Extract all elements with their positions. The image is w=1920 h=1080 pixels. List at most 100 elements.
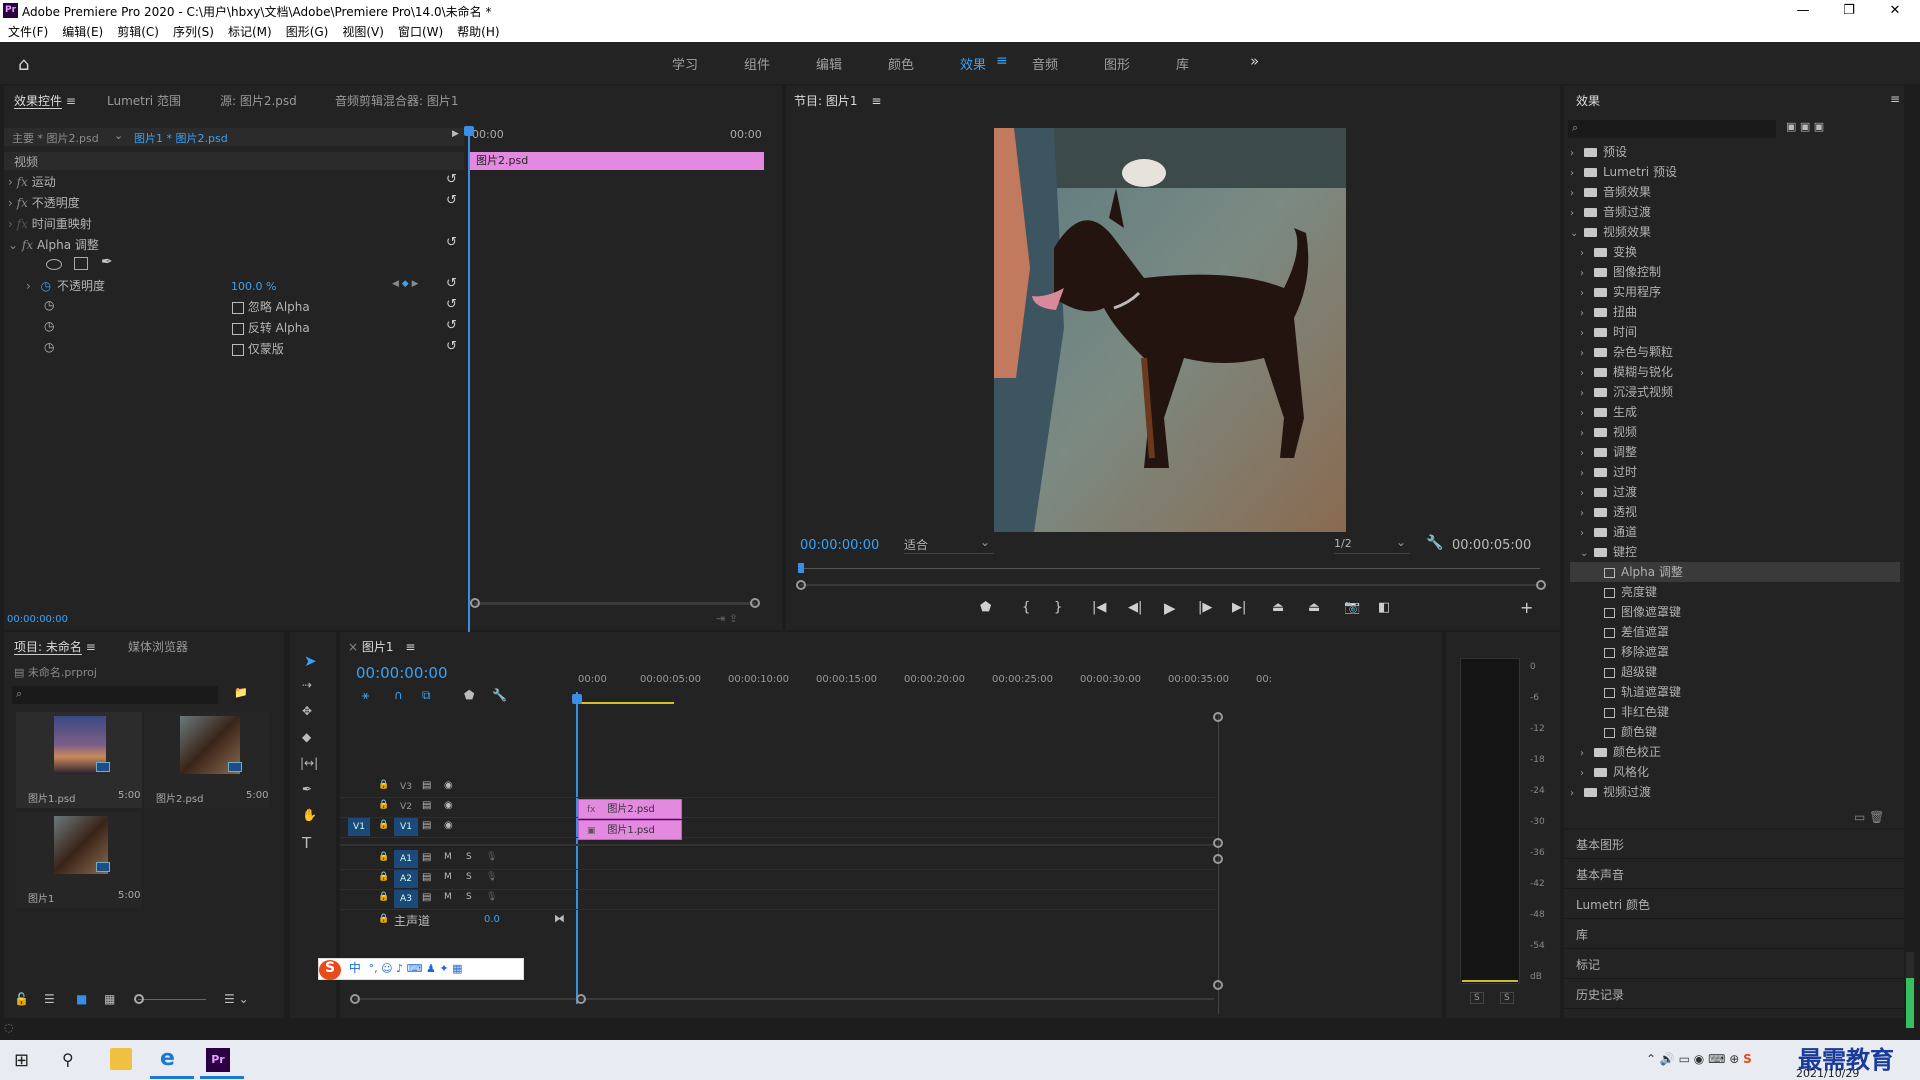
master-clip-label[interactable]: 主要 * 图片2.psd bbox=[12, 130, 99, 146]
stopwatch-icon[interactable]: ◷ bbox=[44, 298, 54, 312]
timeline-settings-icon[interactable]: 🔧 bbox=[492, 688, 507, 702]
menu-item[interactable]: 文件(F) bbox=[8, 22, 48, 42]
menu-item[interactable]: 帮助(H) bbox=[457, 22, 499, 42]
clip-v1[interactable]: ▣ 图片1.psd bbox=[578, 820, 682, 840]
step-back-icon[interactable]: ◀| bbox=[1128, 600, 1142, 615]
reset-icon[interactable]: ↺ bbox=[446, 193, 457, 208]
file-explorer-icon[interactable] bbox=[110, 1048, 132, 1070]
stopwatch-icon[interactable]: ◷ bbox=[41, 279, 51, 293]
solo-right-button[interactable]: S bbox=[1500, 992, 1514, 1004]
effect-folder[interactable]: › 时间 bbox=[1570, 322, 1900, 342]
program-preview-image[interactable] bbox=[994, 128, 1346, 532]
panel-menu-icon[interactable]: ≡ bbox=[1890, 92, 1900, 106]
selection-tool-icon[interactable]: ➤ bbox=[304, 652, 317, 670]
time-ruler[interactable]: 00:00 00:00:05:00 00:00:10:00 00:00:15:00 00… bbox=[576, 674, 1272, 692]
program-timecode[interactable]: 00:00:00:00 bbox=[800, 538, 879, 553]
program-playhead[interactable] bbox=[798, 563, 804, 573]
timeline-playhead[interactable] bbox=[576, 692, 578, 1004]
razor-tool-icon[interactable]: ◆ bbox=[302, 730, 311, 744]
tray-icons[interactable]: ⌃ 🔊 ▭ ◉ ⌨ ⊕ S bbox=[1646, 1052, 1752, 1066]
sync-lock-icon[interactable]: ▤ bbox=[422, 820, 431, 831]
lock-icon[interactable]: 🔒 bbox=[378, 800, 389, 810]
go-to-end-icon[interactable]: ⧓ bbox=[554, 912, 565, 925]
ec-timecode[interactable]: 00:00:00:00 bbox=[7, 614, 68, 625]
effects-search-input[interactable]: ⌕ bbox=[1568, 120, 1776, 138]
vertical-scrollbar[interactable] bbox=[1218, 714, 1219, 1014]
program-ruler[interactable] bbox=[800, 568, 1540, 569]
effect-row-time-remap[interactable]: › fx 时间重映射 bbox=[8, 214, 464, 234]
scroll-handle[interactable] bbox=[1213, 980, 1223, 990]
filter-icons[interactable]: ▣ ▣ ▣ bbox=[1786, 120, 1824, 133]
collapsed-panel[interactable]: 库 bbox=[1564, 920, 1904, 949]
add-marker-icon[interactable]: ⬟ bbox=[980, 600, 991, 615]
source-patch[interactable]: V1 bbox=[348, 818, 370, 836]
snap-icon[interactable]: ∩ bbox=[394, 688, 403, 702]
play-icon[interactable]: ▶ bbox=[1164, 599, 1176, 617]
effect-folder[interactable]: › 过时 bbox=[1570, 462, 1900, 482]
eye-icon[interactable]: ◉ bbox=[444, 800, 453, 811]
track-label[interactable]: A3 bbox=[394, 890, 418, 908]
scroll-handle[interactable] bbox=[1213, 712, 1223, 722]
opacity-value[interactable]: 100.0 % bbox=[231, 280, 276, 293]
mute-button[interactable]: M bbox=[444, 892, 452, 902]
effect-row-opacity[interactable]: › fx 不透明度 bbox=[8, 193, 464, 213]
horizontal-scrollbar[interactable] bbox=[354, 998, 1214, 1000]
workspace-tab[interactable]: 效果 bbox=[960, 54, 986, 73]
workspace-tab[interactable]: 学习 bbox=[672, 54, 698, 73]
sequence-clip-label[interactable]: 图片1 * 图片2.psd bbox=[134, 130, 228, 146]
effect-folder[interactable]: › 杂色与颗粒 bbox=[1570, 342, 1900, 362]
lift-icon[interactable]: ⏏ bbox=[1272, 600, 1284, 615]
reset-icon[interactable]: ↺ bbox=[446, 318, 457, 333]
zoom-slider-handle[interactable] bbox=[134, 994, 144, 1004]
ignore-alpha-checkbox[interactable]: 忽略 Alpha bbox=[232, 297, 310, 317]
effect-folder[interactable]: › 实用程序 bbox=[1570, 282, 1900, 302]
effect-folder[interactable]: › 调整 bbox=[1570, 442, 1900, 462]
pen-tool-icon[interactable]: ✒ bbox=[302, 782, 312, 796]
scroll-handle-right[interactable] bbox=[1536, 580, 1546, 590]
ime-toolbar[interactable]: S 中 °, ☺ ♪ ⌨ ♟ ✦ ▦ bbox=[318, 958, 524, 980]
lock-icon[interactable]: 🔒 bbox=[378, 780, 389, 790]
pen-mask-icon[interactable]: ✒ bbox=[101, 254, 113, 270]
solo-left-button[interactable]: S bbox=[1470, 992, 1484, 1004]
close-button[interactable]: ✕ bbox=[1872, 0, 1918, 22]
lock-icon[interactable]: 🔒 bbox=[378, 852, 389, 862]
scroll-handle[interactable] bbox=[1213, 838, 1223, 848]
icon-view-icon[interactable]: ■ bbox=[76, 992, 87, 1006]
extract-icon[interactable]: ⏏ bbox=[1308, 600, 1320, 615]
freeform-view-icon[interactable]: ▦ bbox=[104, 992, 115, 1006]
type-tool-icon[interactable]: T bbox=[302, 834, 311, 852]
project-item[interactable]: 图片2.psd 5:00 bbox=[144, 712, 270, 808]
effect-folder[interactable]: › 图像控制 bbox=[1570, 262, 1900, 282]
scroll-handle-left[interactable] bbox=[796, 580, 806, 590]
workspace-tab[interactable]: 编辑 bbox=[816, 54, 842, 73]
effect-folder[interactable]: › 模糊与锐化 bbox=[1570, 362, 1900, 382]
effect-folder[interactable]: ⌄ 键控 bbox=[1570, 542, 1900, 562]
menu-item[interactable]: 视图(V) bbox=[342, 22, 384, 42]
premiere-taskbar-icon[interactable]: Pr bbox=[206, 1048, 230, 1072]
effect-folder[interactable]: › 风格化 bbox=[1570, 762, 1900, 782]
effect-folder[interactable]: › 透视 bbox=[1570, 502, 1900, 522]
menu-item[interactable]: 标记(M) bbox=[228, 22, 272, 42]
effect-item[interactable]: 非红色键 bbox=[1570, 702, 1900, 722]
workspace-tab[interactable]: 颜色 bbox=[888, 54, 914, 73]
zoom-slider[interactable] bbox=[138, 999, 206, 1000]
master-volume[interactable]: 0.0 bbox=[484, 914, 500, 925]
quality-dropdown[interactable]: 1/2 ⌄ bbox=[1334, 535, 1410, 554]
lock-icon[interactable]: 🔒 bbox=[378, 914, 389, 924]
effect-folder[interactable]: › 音频过渡 bbox=[1570, 202, 1900, 222]
sync-lock-icon[interactable]: ▤ bbox=[422, 800, 431, 811]
track-label[interactable]: A2 bbox=[394, 870, 418, 888]
effect-folder[interactable]: › 生成 bbox=[1570, 402, 1900, 422]
track-label[interactable]: V1 bbox=[394, 818, 418, 836]
effect-folder[interactable]: › 预设 bbox=[1570, 142, 1900, 162]
collapsed-panel[interactable]: 基本声音 bbox=[1564, 860, 1904, 889]
tab-project[interactable]: 项目: 未命名 ≡ bbox=[14, 638, 96, 655]
tab-lumetri-scopes[interactable]: Lumetri 范围 bbox=[107, 92, 181, 109]
collapsed-panel[interactable]: 标记 bbox=[1564, 950, 1904, 979]
expand-timeline-icon[interactable]: ▶ bbox=[452, 129, 459, 139]
menu-item[interactable]: 窗口(W) bbox=[398, 22, 443, 42]
scroll-handle[interactable] bbox=[1213, 854, 1223, 864]
reset-icon[interactable]: ↺ bbox=[446, 235, 457, 250]
effect-folder[interactable]: › 颜色校正 bbox=[1570, 742, 1900, 762]
effect-folder[interactable]: › 视频过渡 bbox=[1570, 782, 1900, 802]
